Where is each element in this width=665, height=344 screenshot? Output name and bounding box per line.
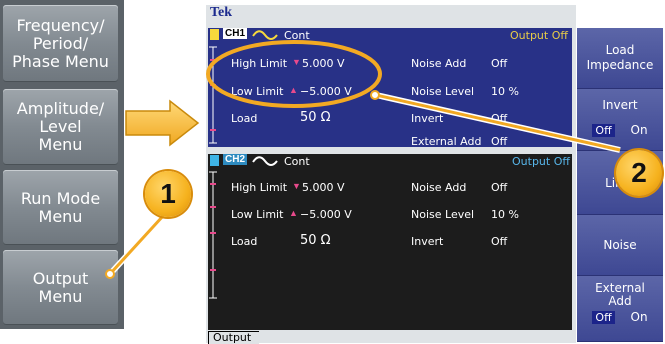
annotation-overlay xyxy=(105,40,621,279)
callout-1: 1 xyxy=(145,171,191,217)
callout-2: 2 xyxy=(616,150,662,196)
